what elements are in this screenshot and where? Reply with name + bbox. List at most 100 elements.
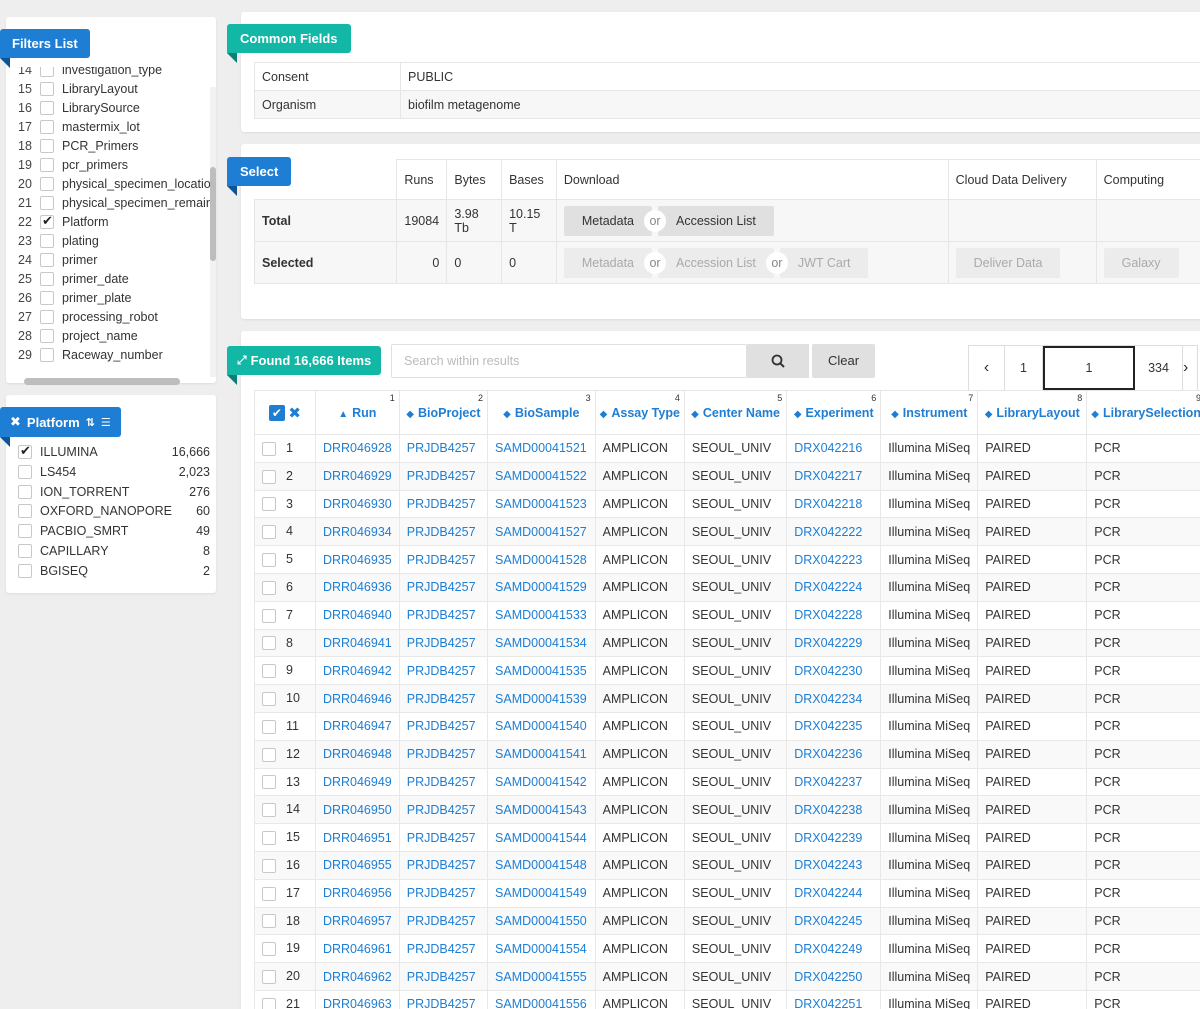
table-row[interactable]: 3 DRR046930 PRJDB4257 SAMD00041523 AMPLICON S…	[254, 489, 1200, 519]
table-row[interactable]: 12 DRR046948 PRJDB4257 SAMD00041541 AMPLICON…	[254, 739, 1200, 769]
table-cell[interactable]: DRX042239	[786, 823, 882, 852]
table-cell[interactable]: PRJDB4257	[398, 656, 489, 686]
table-cell[interactable]: SAMD00041534	[487, 628, 596, 658]
clear-selection-icon[interactable]: ✖	[288, 405, 301, 422]
table-cell[interactable]: DRR046963	[314, 989, 400, 1009]
table-cell[interactable]: PRJDB4257	[398, 795, 489, 825]
table-cell[interactable]: PRJDB4257	[398, 517, 489, 547]
table-row[interactable]: 5 DRR046935 PRJDB4257 SAMD00041528 AMPLICON S…	[254, 545, 1200, 574]
column-header[interactable]: 2 ◆ BioProject	[398, 390, 489, 435]
table-row[interactable]: 13 DRR046949 PRJDB4257 SAMD00041542 AMPLICON…	[254, 767, 1200, 797]
galaxy-button[interactable]: Galaxy	[1103, 247, 1179, 278]
table-cell[interactable]: DRX042216	[786, 434, 882, 463]
last-page-button[interactable]: 334	[1135, 346, 1183, 390]
table-cell[interactable]: SAMD00041522	[487, 461, 596, 491]
table-cell[interactable]: SAMD00041521	[487, 434, 596, 463]
search-input[interactable]	[391, 344, 747, 378]
table-cell[interactable]: SAMD00041523	[487, 489, 596, 519]
table-cell[interactable]: DRR046942	[314, 656, 400, 686]
table-row[interactable]: 20 DRR046962 PRJDB4257 SAMD00041555 AMPLICON…	[254, 962, 1200, 991]
platform-checkbox[interactable]	[18, 484, 32, 499]
table-cell[interactable]: PRJDB4257	[398, 767, 489, 797]
table-cell[interactable]: SAMD00041556	[487, 989, 596, 1009]
filter-item[interactable]: 23 plating	[18, 231, 214, 250]
table-cell[interactable]: DRX042238	[786, 795, 882, 825]
column-header[interactable]: 5 ◆ Center Name	[683, 390, 788, 435]
table-cell[interactable]: DRR046941	[314, 628, 400, 658]
table-cell[interactable]: DRX042234	[786, 684, 882, 713]
table-cell[interactable]: DRX042237	[786, 767, 882, 797]
table-cell[interactable]: DRX042235	[786, 711, 882, 741]
row-checkbox[interactable]	[262, 664, 276, 679]
jwt-cart-button[interactable]: JWT Cart	[779, 247, 869, 278]
clear-button[interactable]: Clear	[812, 344, 875, 378]
search-button[interactable]	[747, 344, 809, 378]
table-cell[interactable]: PRJDB4257	[398, 572, 489, 602]
platform-item[interactable]: BGISEQ 2	[18, 561, 210, 581]
table-cell[interactable]: SAMD00041550	[487, 906, 596, 936]
platform-item[interactable]: OXFORD_NANOPORE 60	[18, 501, 210, 521]
row-checkbox[interactable]	[262, 441, 276, 456]
total-metadata-button[interactable]: Metadata	[563, 205, 652, 236]
table-row[interactable]: 2 DRR046929 PRJDB4257 SAMD00041522 AMPLICON S…	[254, 461, 1200, 491]
column-header[interactable]: 7 ◆ Instrument	[880, 390, 979, 435]
row-checkbox[interactable]	[262, 775, 276, 790]
table-row[interactable]: 17 DRR046956 PRJDB4257 SAMD00041549 AMPLICON…	[254, 878, 1200, 908]
filter-checkbox[interactable]	[40, 347, 54, 362]
table-cell[interactable]: DRX042244	[786, 878, 882, 908]
filter-checkbox[interactable]	[40, 233, 54, 248]
page-number-input[interactable]: 1	[1043, 346, 1135, 390]
table-cell[interactable]: SAMD00041554	[487, 934, 596, 964]
table-cell[interactable]: SAMD00041539	[487, 684, 596, 713]
filter-item[interactable]: 28 project_name	[18, 326, 214, 345]
table-cell[interactable]: DRR046930	[314, 489, 400, 519]
table-cell[interactable]: DRR046950	[314, 795, 400, 825]
table-row[interactable]: 16 DRR046955 PRJDB4257 SAMD00041548 AMPLICON…	[254, 850, 1200, 880]
table-row[interactable]: 9 DRR046942 PRJDB4257 SAMD00041535 AMPLICON S…	[254, 656, 1200, 686]
table-cell[interactable]: DRR046949	[314, 767, 400, 797]
table-cell[interactable]: DRR046935	[314, 545, 400, 574]
row-checkbox[interactable]	[262, 830, 276, 845]
deliver-data-button[interactable]: Deliver Data	[955, 247, 1061, 278]
row-checkbox[interactable]	[262, 942, 276, 957]
filter-item[interactable]: 27 processing_robot	[18, 307, 214, 326]
table-cell[interactable]: DRX042228	[786, 600, 882, 630]
row-checkbox[interactable]	[262, 469, 276, 484]
table-row[interactable]: 4 DRR046934 PRJDB4257 SAMD00041527 AMPLICON S…	[254, 517, 1200, 547]
table-cell[interactable]: DRR046946	[314, 684, 400, 713]
table-cell[interactable]: DRX042217	[786, 461, 882, 491]
sort-alpha-icon[interactable]: ⇅	[86, 416, 95, 429]
platform-checkbox[interactable]	[18, 524, 32, 539]
table-cell[interactable]: DRR046936	[314, 572, 400, 602]
filter-item[interactable]: 19 pcr_primers	[18, 155, 214, 174]
row-checkbox[interactable]	[262, 914, 276, 929]
table-cell[interactable]: SAMD00041542	[487, 767, 596, 797]
table-cell[interactable]: PRJDB4257	[398, 684, 489, 713]
filter-checkbox[interactable]	[40, 271, 54, 286]
filter-item[interactable]: 17 mastermix_lot	[18, 117, 214, 136]
filter-item[interactable]: 26 primer_plate	[18, 288, 214, 307]
next-page-button[interactable]: ›	[1183, 346, 1197, 390]
filter-item[interactable]: 20 physical_specimen_locatio	[18, 174, 214, 193]
column-header[interactable]: 9 ◆ LibrarySelection	[1086, 390, 1200, 435]
table-cell[interactable]: SAMD00041527	[487, 517, 596, 547]
filter-checkbox[interactable]	[40, 290, 54, 305]
table-cell[interactable]: PRJDB4257	[398, 962, 489, 991]
table-cell[interactable]: SAMD00041549	[487, 878, 596, 908]
filter-checkbox[interactable]	[40, 67, 54, 77]
table-cell[interactable]: DRX042245	[786, 906, 882, 936]
table-cell[interactable]: PRJDB4257	[398, 823, 489, 852]
filter-checkbox[interactable]	[40, 119, 54, 134]
table-cell[interactable]: DRX042250	[786, 962, 882, 991]
table-cell[interactable]: PRJDB4257	[398, 989, 489, 1009]
prev-page-button[interactable]: ‹	[969, 346, 1005, 390]
platform-checkbox[interactable]	[18, 563, 32, 578]
table-cell[interactable]: PRJDB4257	[398, 461, 489, 491]
table-cell[interactable]: DRX042223	[786, 545, 882, 574]
table-row[interactable]: 6 DRR046936 PRJDB4257 SAMD00041529 AMPLICON S…	[254, 572, 1200, 602]
table-cell[interactable]: SAMD00041548	[487, 850, 596, 880]
platform-checkbox[interactable]	[18, 443, 32, 459]
table-row[interactable]: 11 DRR046947 PRJDB4257 SAMD00041540 AMPLICON…	[254, 711, 1200, 741]
table-cell[interactable]: DRX042222	[786, 517, 882, 547]
table-cell[interactable]: PRJDB4257	[398, 934, 489, 964]
